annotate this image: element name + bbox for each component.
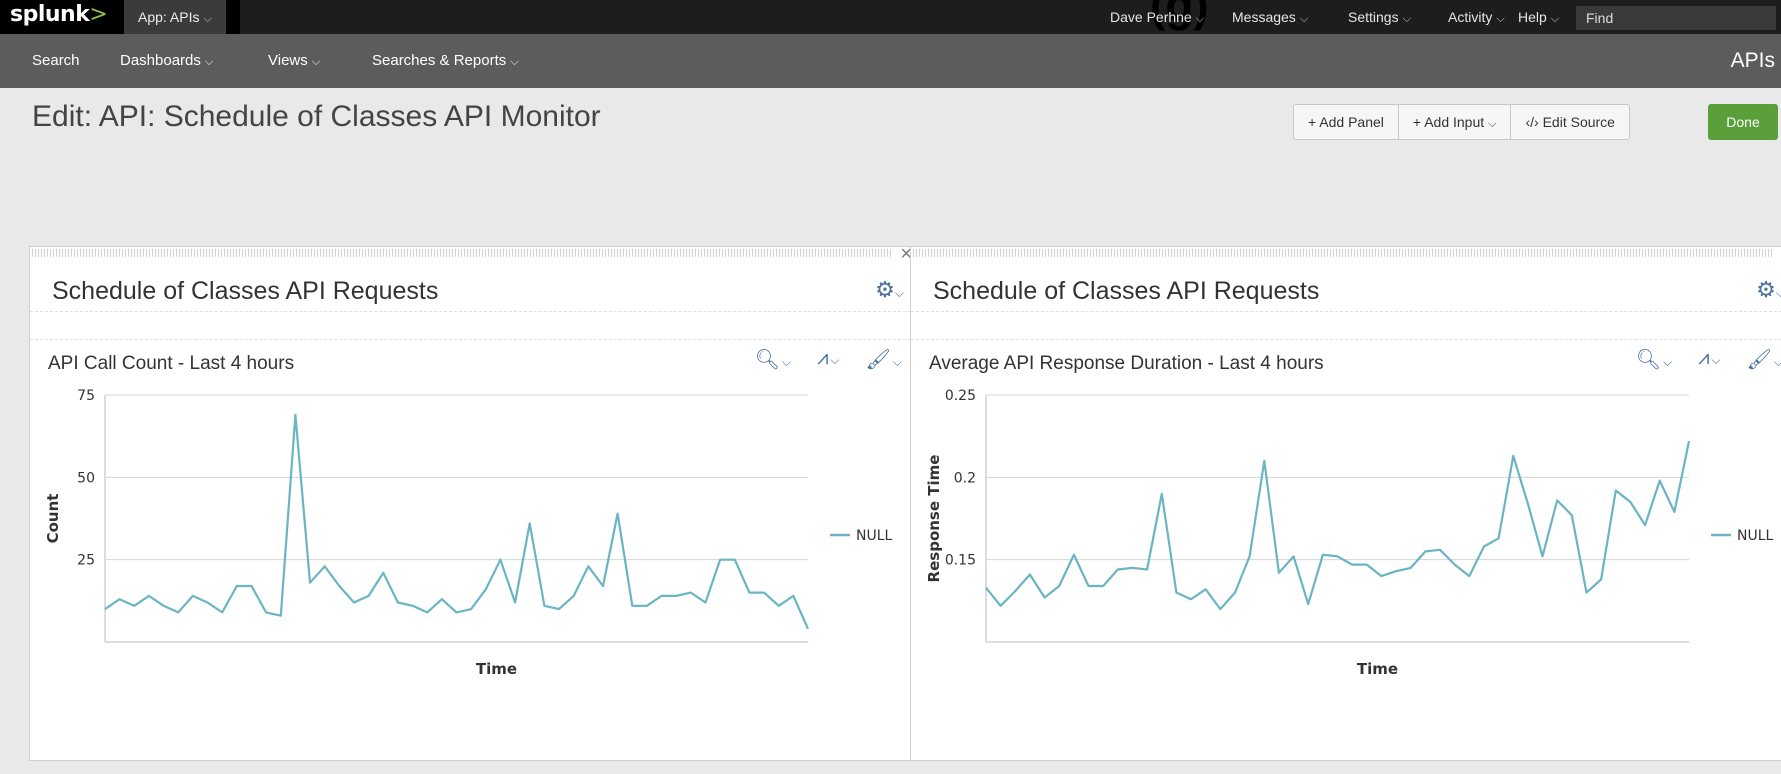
panel-divider — [911, 311, 1781, 312]
panel-title: Schedule of Classes API Requests — [52, 277, 439, 305]
nav-search[interactable]: Search — [32, 34, 80, 88]
logo-mark: > — [89, 2, 108, 27]
paintbrush-icon[interactable]: 🖌︎ ⌵ — [866, 347, 903, 377]
chevron-down-icon: ⌵ — [1496, 13, 1505, 25]
chart-type-icon[interactable]: ⩘ ⌵ — [1698, 347, 1720, 377]
line-chart: 25 50 75 NULL Time Count — [44, 388, 893, 678]
chevron-down-icon: ⌵ — [311, 56, 321, 68]
nav-views[interactable]: Views ⌵ — [268, 34, 320, 88]
settings-menu-label: Settings — [1348, 9, 1399, 25]
messages-menu-label: Messages — [1232, 9, 1296, 25]
panel-divider — [30, 311, 916, 312]
chevron-down-icon: ⌵ — [510, 56, 519, 68]
series-line — [104, 413, 810, 630]
user-menu[interactable]: Dave Perhne ⌵ — [1110, 0, 1204, 34]
edit-toolbar: + Add Panel + Add Input ⌵ ‹/› Edit Source — [1293, 104, 1630, 140]
panel-title: Schedule of Classes API Requests — [933, 277, 1320, 305]
logo-text: splunk — [10, 2, 90, 27]
y-tick-label: 75 — [77, 388, 95, 404]
chart-subtitle: API Call Count - Last 4 hours — [48, 353, 295, 374]
settings-menu[interactable]: Settings ⌵ — [1348, 0, 1411, 34]
y-axis-label: Response Time — [925, 455, 943, 583]
chevron-down-icon: ⌵ — [1195, 13, 1205, 25]
messages-menu[interactable]: Messages ⌵ — [1232, 0, 1308, 34]
nav-search-label: Search — [32, 52, 80, 69]
paintbrush-icon[interactable]: 🖌︎ ⌵ — [1747, 347, 1781, 377]
add-panel-button[interactable]: + Add Panel — [1294, 105, 1399, 139]
dashboard-panel-1: × Schedule of Classes API Requests ⚙⌵ AP… — [29, 243, 917, 761]
search-icon[interactable]: 🔍︎ ⌵ — [755, 347, 792, 377]
y-tick-label: 0.2 — [954, 470, 976, 486]
gear-icon[interactable]: ⚙⌵ — [1756, 277, 1781, 303]
y-tick-label: 0.15 — [945, 553, 976, 569]
chart-tools: 🔍︎ ⌵ ⩘ ⌵ 🖌︎ ⌵ — [1636, 347, 1781, 377]
panel-divider — [30, 339, 916, 340]
y-axis-label: Count — [44, 494, 62, 544]
panel-divider — [911, 339, 1781, 340]
series-line — [985, 440, 1691, 611]
y-tick-label: 0.25 — [945, 388, 976, 404]
chart-subtitle: Average API Response Duration - Last 4 h… — [929, 353, 1324, 374]
activity-menu[interactable]: Activity ⌵ — [1448, 0, 1505, 34]
edit-source-button[interactable]: ‹/› Edit Source — [1511, 105, 1628, 139]
help-menu[interactable]: Help ⌵ — [1518, 0, 1559, 34]
user-menu-label: Dave Perhne — [1110, 9, 1192, 25]
gear-icon[interactable]: ⚙⌵ — [875, 277, 904, 303]
splunk-logo[interactable]: splunk> — [10, 2, 108, 27]
nav-dashboards[interactable]: Dashboards ⌵ — [120, 34, 213, 88]
done-button[interactable]: Done — [1708, 104, 1778, 140]
chevron-down-icon: ⌵ — [1402, 13, 1411, 25]
page-title: Edit: API: Schedule of Classes API Monit… — [32, 100, 601, 133]
chevron-down-icon: ⌵ — [204, 56, 214, 68]
x-axis-label: Time — [1357, 660, 1398, 678]
app-menu-label: App: APIs — [138, 9, 200, 25]
line-chart: 0.15 0.2 0.25 NULL Time Response Time — [925, 388, 1774, 678]
chevron-down-icon: ⌵ — [203, 13, 212, 25]
app-menu[interactable]: App: APIs ⌵ — [124, 0, 226, 34]
y-tick-label: 50 — [77, 470, 95, 486]
drag-handle[interactable] — [32, 249, 892, 257]
dashboard-panel-2: × Schedule of Classes API Requests ⚙⌵ Av… — [910, 246, 1781, 761]
legend-label: NULL — [856, 528, 893, 544]
legend-label: NULL — [1737, 528, 1774, 544]
chevron-down-icon: ⌵ — [1299, 13, 1309, 25]
add-input-button[interactable]: + Add Input ⌵ — [1399, 105, 1512, 139]
y-tick-label: 25 — [77, 553, 95, 569]
nav-searches-reports-label: Searches & Reports — [372, 52, 507, 69]
nav-dashboards-label: Dashboards — [120, 52, 201, 69]
add-input-label: + Add Input — [1412, 114, 1485, 130]
chart-type-icon[interactable]: ⩘ ⌵ — [817, 347, 839, 377]
x-axis-label: Time — [476, 660, 517, 678]
chevron-down-icon: ⌵ — [1550, 13, 1560, 25]
find-input[interactable]: Find — [1576, 6, 1776, 30]
nav-searches-reports[interactable]: Searches & Reports ⌵ — [372, 34, 519, 88]
find-placeholder: Find — [1586, 10, 1614, 26]
help-menu-label: Help — [1518, 9, 1547, 25]
drag-handle[interactable] — [913, 249, 1773, 257]
chevron-down-icon: ⌵ — [1488, 118, 1497, 130]
app-bar: Search Dashboards ⌵ Views ⌵ Searches & Rep… — [0, 34, 1781, 88]
app-title: APIs — [1730, 49, 1775, 72]
chart-tools: 🔍︎ ⌵ ⩘ ⌵ 🖌︎ ⌵ — [755, 347, 902, 377]
nav-views-label: Views — [268, 52, 308, 69]
activity-menu-label: Activity — [1448, 9, 1493, 25]
search-icon[interactable]: 🔍︎ ⌵ — [1636, 347, 1673, 377]
top-bar: splunk> App: APIs ⌵ (g) Dave Perhne ⌵ Mess… — [0, 0, 1781, 34]
